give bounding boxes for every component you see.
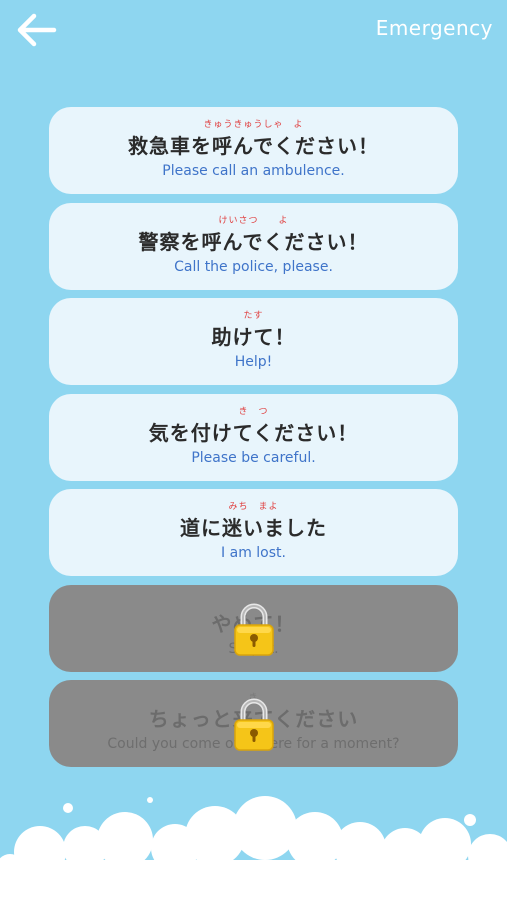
phrase-card-help[interactable]: たす 助けて！ Help! bbox=[49, 298, 458, 385]
english-translation: Please call an ambulence. bbox=[162, 163, 345, 179]
english-translation: Call the police, please. bbox=[174, 258, 333, 275]
cloud-decoration bbox=[0, 796, 507, 900]
phrase-card-stop-locked[interactable]: やめて！ Stop it. bbox=[49, 584, 458, 672]
phrase-card-police[interactable]: けいさつ よ 警察を呼んでください！ Call the police, plea… bbox=[49, 202, 458, 290]
padlock-icon bbox=[233, 698, 274, 751]
japanese-phrase: 警察を呼んでください！ bbox=[138, 229, 369, 254]
arrow-left-icon[interactable] bbox=[14, 12, 58, 48]
japanese-phrase: 救急車を呼んでください！ bbox=[128, 134, 379, 158]
padlock-icon bbox=[233, 603, 274, 656]
english-translation: Help! bbox=[234, 354, 273, 370]
phrase-card-lost[interactable]: みち まよ 道に迷いました I am lost. bbox=[49, 489, 458, 576]
japanese-phrase: 助けて！ bbox=[211, 325, 296, 349]
japanese-phrase: 道に迷いました bbox=[180, 516, 327, 540]
english-translation: I am lost. bbox=[221, 545, 286, 561]
header-bar: Emergency bbox=[0, 0, 507, 62]
page-title: Emergency bbox=[375, 16, 493, 40]
english-translation: Please be careful. bbox=[191, 449, 316, 466]
phrase-card-careful[interactable]: き つ 気を付けてください！ Please be careful. bbox=[49, 393, 458, 481]
phrase-card-ambulance[interactable]: きゅうきゅうしゃ よ 救急車を呼んでください！ Please call an a… bbox=[49, 107, 458, 194]
japanese-phrase: 気を付けてください！ bbox=[148, 420, 359, 445]
furigana: たす bbox=[243, 311, 264, 321]
phrase-list: きゅうきゅうしゃ よ 救急車を呼んでください！ Please call an a… bbox=[49, 107, 458, 776]
furigana: けいさつ よ bbox=[218, 215, 289, 226]
furigana: みち まよ bbox=[228, 502, 279, 512]
furigana: き つ bbox=[238, 406, 269, 417]
furigana: きゅうきゅうしゃ よ bbox=[203, 120, 304, 130]
phrase-card-come-here-locked[interactable]: き ちょっと来てください Could you come over here fo… bbox=[49, 680, 458, 767]
